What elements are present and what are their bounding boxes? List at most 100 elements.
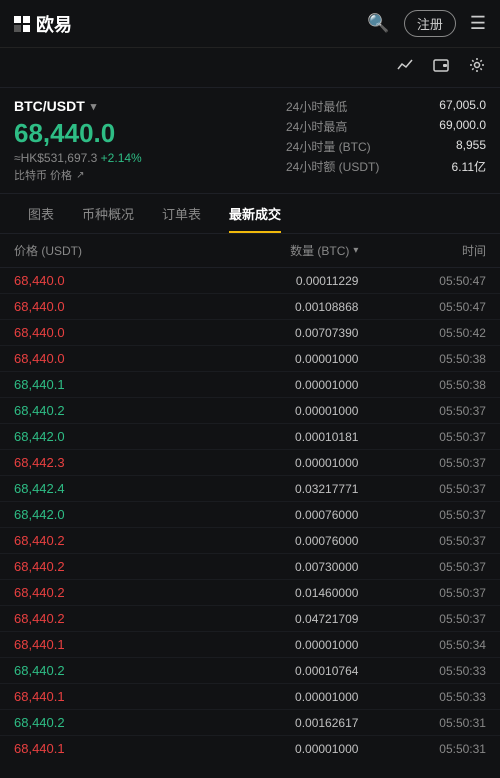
trade-qty: 0.00162617 [167,716,358,730]
trade-qty: 0.00108868 [167,300,358,314]
main-price: 68,440.0 [14,118,286,149]
trade-qty: 0.00001000 [167,456,358,470]
trade-time: 05:50:37 [358,456,486,470]
trade-qty: 0.00076000 [167,508,358,522]
trade-qty: 0.00001000 [167,742,358,756]
table-row: 68,440.2 0.00076000 05:50:37 [0,528,500,554]
hk-price: ≈HK$531,697.3 +2.14% [14,151,286,165]
table-row: 68,440.2 0.00010764 05:50:33 [0,658,500,684]
trade-time: 05:50:31 [358,716,486,730]
trade-qty: 0.04721709 [167,612,358,626]
trade-qty: 0.00001000 [167,352,358,366]
trade-qty: 0.00730000 [167,560,358,574]
stat-label-vol-btc: 24小时量 (BTC) [286,138,371,155]
stat-row-vol-usdt: 24小时额 (USDT) 6.11亿 [286,158,486,175]
stat-row-high: 24小时最高 69,000.0 [286,118,486,135]
trade-price: 68,440.1 [14,377,167,392]
trade-price: 68,440.0 [14,299,167,314]
trade-time: 05:50:31 [358,742,486,756]
price-change: +2.14% [101,151,142,165]
table-row: 68,440.2 0.00001000 05:50:37 [0,398,500,424]
table-row: 68,440.0 0.00707390 05:50:42 [0,320,500,346]
price-label: 比特币 价格 ↗ [14,167,286,183]
logo-icon [14,16,30,32]
tab-trades[interactable]: 最新成交 [215,194,295,233]
trade-time: 05:50:37 [358,508,486,522]
stat-value-high: 69,000.0 [439,118,486,135]
trade-price: 68,440.0 [14,273,167,288]
trade-time: 05:50:38 [358,352,486,366]
tab-market[interactable]: 币种概况 [68,194,148,233]
stat-value-vol-btc: 8,955 [456,138,486,155]
header-right: 🔍 注册 ☰ [367,10,486,37]
trade-time: 05:50:33 [358,690,486,704]
register-button[interactable]: 注册 [404,10,456,37]
ticker-left: BTC/USDT ▾ 68,440.0 ≈HK$531,697.3 +2.14%… [14,98,286,183]
table-row: 68,442.4 0.03217771 05:50:37 [0,476,500,502]
table-row: 68,442.0 0.00010181 05:50:37 [0,424,500,450]
search-icon[interactable]: 🔍 [367,13,389,34]
header: 欧易 🔍 注册 ☰ [0,0,500,48]
trade-price: 68,440.2 [14,559,167,574]
stat-label-high: 24小时最高 [286,118,347,135]
trade-qty: 0.00001000 [167,378,358,392]
trade-price: 68,440.2 [14,585,167,600]
trade-qty: 0.00076000 [167,534,358,548]
tab-orders[interactable]: 订单表 [148,194,215,233]
stat-label-low: 24小时最低 [286,98,347,115]
pair-label: BTC/USDT [14,98,85,114]
trade-price: 68,440.2 [14,533,167,548]
trade-price: 68,440.2 [14,663,167,678]
trade-price: 68,442.0 [14,507,167,522]
ticker-area: BTC/USDT ▾ 68,440.0 ≈HK$531,697.3 +2.14%… [0,88,500,194]
stat-row-vol-btc: 24小时量 (BTC) 8,955 [286,138,486,155]
tab-bar: 图表 币种概况 订单表 最新成交 [0,194,500,234]
header-time: 时间 [358,242,486,259]
stat-label-vol-usdt: 24小时额 (USDT) [286,158,379,175]
trade-time: 05:50:37 [358,586,486,600]
pair-dropdown-icon[interactable]: ▾ [91,100,97,113]
trade-qty: 0.01460000 [167,586,358,600]
trade-time: 05:50:37 [358,534,486,548]
settings-icon[interactable] [468,56,486,79]
trade-qty: 0.00001000 [167,638,358,652]
wallet-icon[interactable] [432,56,450,79]
chart-icon[interactable] [396,56,414,79]
trade-time: 05:50:47 [358,300,486,314]
trade-table: 价格 (USDT) 数量 (BTC) ▾ 时间 68,440.0 0.00011… [0,234,500,761]
trade-qty: 0.00010181 [167,430,358,444]
table-row: 68,440.2 0.04721709 05:50:37 [0,606,500,632]
table-row: 68,440.2 0.01460000 05:50:37 [0,580,500,606]
trade-time: 05:50:37 [358,430,486,444]
table-row: 68,440.0 0.00001000 05:50:38 [0,346,500,372]
trade-price: 68,442.0 [14,429,167,444]
trade-time: 05:50:42 [358,326,486,340]
tab-chart[interactable]: 图表 [14,194,68,233]
table-row: 68,440.1 0.00001000 05:50:38 [0,372,500,398]
trade-time: 05:50:47 [358,274,486,288]
menu-icon[interactable]: ☰ [470,13,486,34]
table-row: 68,440.1 0.00001000 05:50:31 [0,736,500,761]
trade-qty: 0.00707390 [167,326,358,340]
trade-qty: 0.00010764 [167,664,358,678]
trade-time: 05:50:37 [358,404,486,418]
trade-time: 05:50:37 [358,560,486,574]
table-row: 68,440.2 0.00730000 05:50:37 [0,554,500,580]
header-qty: 数量 (BTC) ▾ [167,242,358,259]
table-row: 68,440.0 0.00011229 05:50:47 [0,268,500,294]
trade-rows: 68,440.0 0.00011229 05:50:47 68,440.0 0.… [0,268,500,761]
trade-price: 68,440.2 [14,715,167,730]
trade-price: 68,440.1 [14,741,167,756]
logo: 欧易 [14,11,72,37]
external-link-icon[interactable]: ↗ [76,170,84,181]
trade-price: 68,442.4 [14,481,167,496]
trade-time: 05:50:38 [358,378,486,392]
trade-price: 68,440.0 [14,351,167,366]
table-row: 68,442.0 0.00076000 05:50:37 [0,502,500,528]
pair-title: BTC/USDT ▾ [14,98,286,114]
table-row: 68,440.1 0.00001000 05:50:34 [0,632,500,658]
table-row: 68,440.1 0.00001000 05:50:33 [0,684,500,710]
trade-price: 68,440.1 [14,637,167,652]
table-row: 68,440.2 0.00162617 05:50:31 [0,710,500,736]
stat-value-low: 67,005.0 [439,98,486,115]
